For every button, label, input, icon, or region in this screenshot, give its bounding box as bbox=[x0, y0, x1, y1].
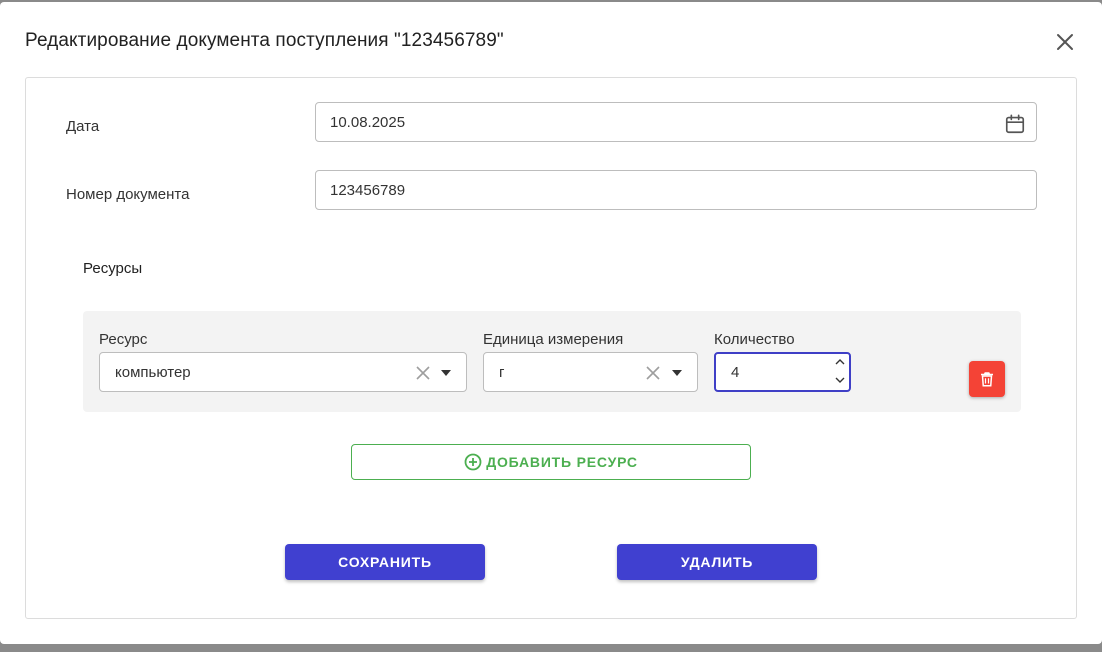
unit-label: Единица измерения bbox=[483, 331, 624, 348]
close-button[interactable] bbox=[1053, 30, 1077, 54]
doc-number-value: 123456789 bbox=[330, 181, 406, 199]
add-resource-label: ДОБАВИТЬ РЕСУРС bbox=[486, 454, 638, 470]
quantity-label: Количество bbox=[714, 331, 795, 348]
plus-circle-icon bbox=[464, 453, 482, 471]
delete-document-button[interactable]: УДАЛИТЬ bbox=[617, 544, 817, 580]
resources-section-title: Ресурсы bbox=[83, 260, 143, 277]
date-label: Дата bbox=[66, 118, 100, 135]
delete-resource-button[interactable] bbox=[969, 361, 1005, 397]
unit-select-value: г bbox=[499, 364, 505, 381]
quantity-value: 4 bbox=[731, 364, 740, 381]
trash-icon bbox=[981, 372, 993, 387]
spin-down-icon[interactable] bbox=[834, 374, 846, 386]
resource-select[interactable]: компьютер bbox=[99, 352, 467, 392]
clear-icon[interactable] bbox=[644, 364, 662, 382]
unit-select[interactable]: г bbox=[483, 352, 698, 392]
doc-number-label: Номер документа bbox=[66, 186, 190, 203]
clear-icon[interactable] bbox=[414, 364, 432, 382]
add-resource-button[interactable]: ДОБАВИТЬ РЕСУРС bbox=[351, 444, 751, 480]
close-icon[interactable] bbox=[1053, 30, 1077, 54]
dialog-title: Редактирование документа поступления "12… bbox=[25, 30, 504, 51]
resource-select-value: компьютер bbox=[115, 364, 191, 381]
date-field[interactable]: 10.08.2025 bbox=[315, 102, 1037, 142]
quantity-stepper[interactable]: 4 bbox=[714, 352, 851, 392]
resource-row: Ресурс компьютер Единица измерения г Кол… bbox=[83, 311, 1021, 412]
doc-number-field[interactable]: 123456789 bbox=[315, 170, 1037, 210]
chevron-down-icon[interactable] bbox=[441, 368, 451, 378]
edit-document-dialog: Редактирование документа поступления "12… bbox=[0, 2, 1102, 644]
spin-up-icon[interactable] bbox=[834, 356, 846, 368]
calendar-icon[interactable] bbox=[1004, 113, 1026, 135]
chevron-down-icon[interactable] bbox=[672, 368, 682, 378]
resource-label: Ресурс bbox=[99, 331, 148, 348]
date-value: 10.08.2025 bbox=[330, 113, 406, 131]
save-button[interactable]: СОХРАНИТЬ bbox=[285, 544, 485, 580]
form-container: Дата 10.08.2025 Номер документа 12345678… bbox=[25, 77, 1077, 619]
